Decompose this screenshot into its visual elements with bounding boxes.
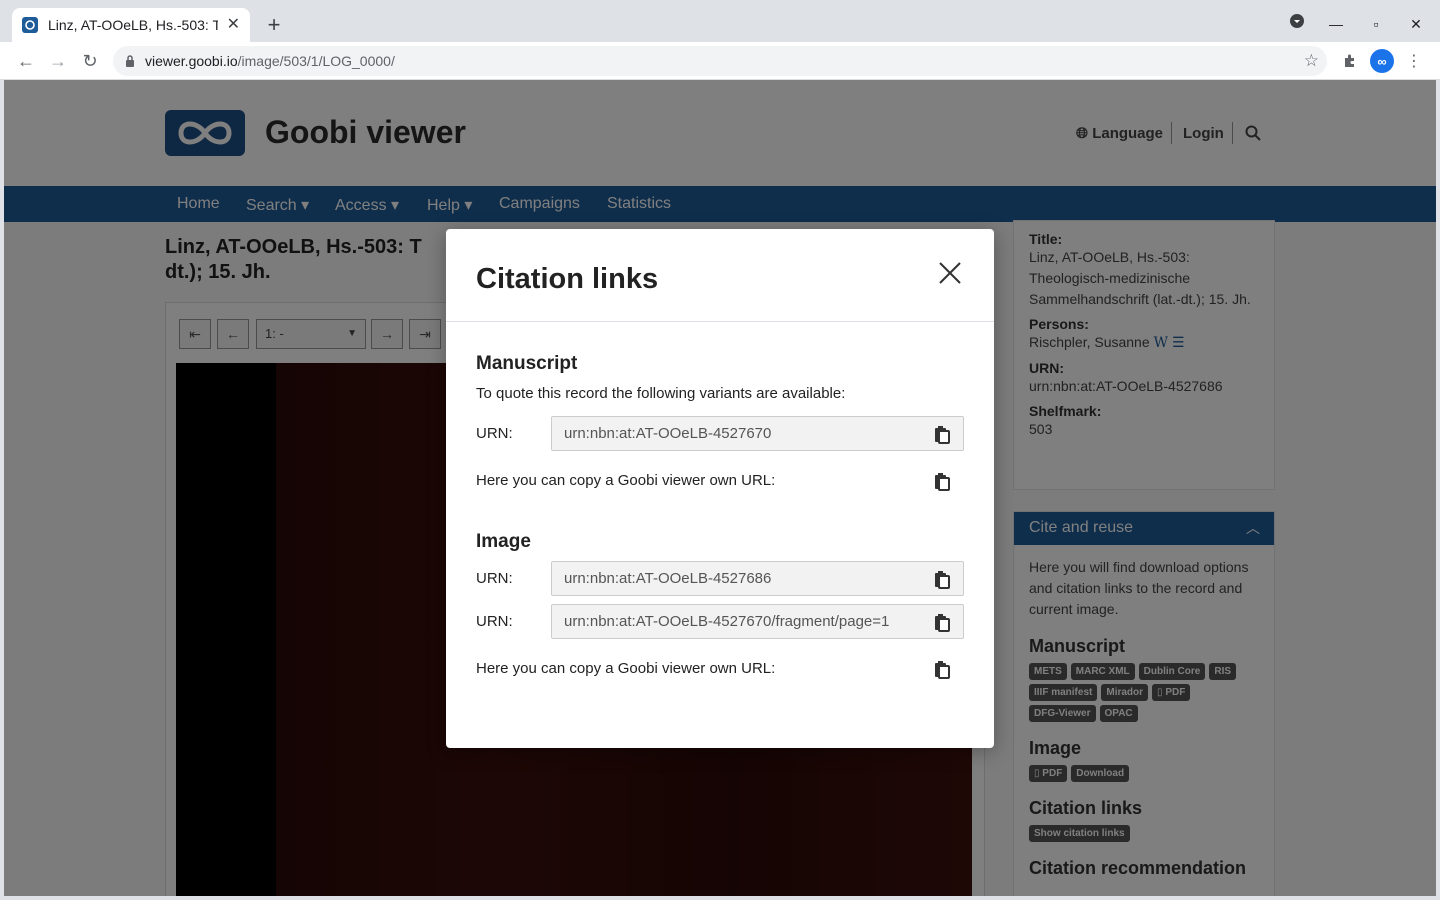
image-own-url-text: Here you can copy a Goobi viewer own URL… (476, 660, 776, 677)
browser-menu-icon[interactable]: ⋮ (1402, 49, 1426, 73)
minimize-icon[interactable]: — (1324, 12, 1348, 36)
manuscript-intro: To quote this record the following varia… (476, 385, 846, 402)
browser-tabstrip: Linz, AT-OOeLB, Hs.-503: T ✕ + — ▫ ✕ (0, 0, 1440, 42)
copy-icon[interactable] (932, 659, 952, 679)
close-icon[interactable] (936, 259, 964, 287)
tab-close-icon[interactable]: ✕ (227, 17, 240, 33)
new-tab-button[interactable]: + (262, 14, 286, 38)
copy-icon[interactable] (932, 424, 952, 444)
modal-header: Citation links (446, 229, 994, 322)
image-fragment-urn-label: URN: (476, 613, 513, 630)
browser-toolbar: ← → ↻ viewer.goobi.io/image/503/1/LOG_00… (0, 42, 1440, 80)
lock-icon (126, 55, 134, 67)
maximize-icon[interactable]: ▫ (1364, 12, 1388, 36)
tab-title: Linz, AT-OOeLB, Hs.-503: T (48, 17, 218, 33)
url-path: /image/503/1/LOG_0000/ (237, 53, 395, 69)
bookmark-star-icon[interactable]: ☆ (1304, 51, 1319, 71)
back-arrow-icon[interactable]: ← (14, 49, 38, 73)
browser-tab[interactable]: Linz, AT-OOeLB, Hs.-503: T ✕ (12, 8, 250, 42)
image-urn-label: URN: (476, 570, 513, 587)
window-close-icon[interactable]: ✕ (1404, 12, 1428, 36)
tab-search-icon[interactable] (1285, 12, 1309, 36)
forward-arrow-icon[interactable]: → (46, 49, 70, 73)
manuscript-section-heading: Manuscript (476, 353, 578, 374)
modal-title: Citation links (476, 263, 659, 295)
image-fragment-urn-field[interactable] (551, 604, 964, 639)
goobi-favicon-icon (22, 17, 38, 33)
manuscript-urn-label: URN: (476, 425, 513, 442)
address-bar[interactable]: viewer.goobi.io/image/503/1/LOG_0000/ ☆ (113, 46, 1327, 76)
reload-icon[interactable]: ↻ (78, 49, 102, 73)
copy-icon[interactable] (932, 569, 952, 589)
extensions-puzzle-icon[interactable] (1338, 49, 1362, 73)
url-host: viewer.goobi.io (145, 53, 238, 69)
image-section-heading: Image (476, 531, 531, 552)
goobi-extension-icon[interactable]: ∞ (1370, 49, 1394, 73)
url-text: viewer.goobi.io/image/503/1/LOG_0000/ (145, 53, 395, 69)
citation-links-modal: Citation links Manuscript To quote this … (446, 229, 994, 748)
image-urn-field[interactable] (551, 561, 964, 596)
copy-icon[interactable] (932, 471, 952, 491)
copy-icon[interactable] (932, 612, 952, 632)
manuscript-urn-field[interactable] (551, 416, 964, 451)
manuscript-own-url-text: Here you can copy a Goobi viewer own URL… (476, 472, 776, 489)
